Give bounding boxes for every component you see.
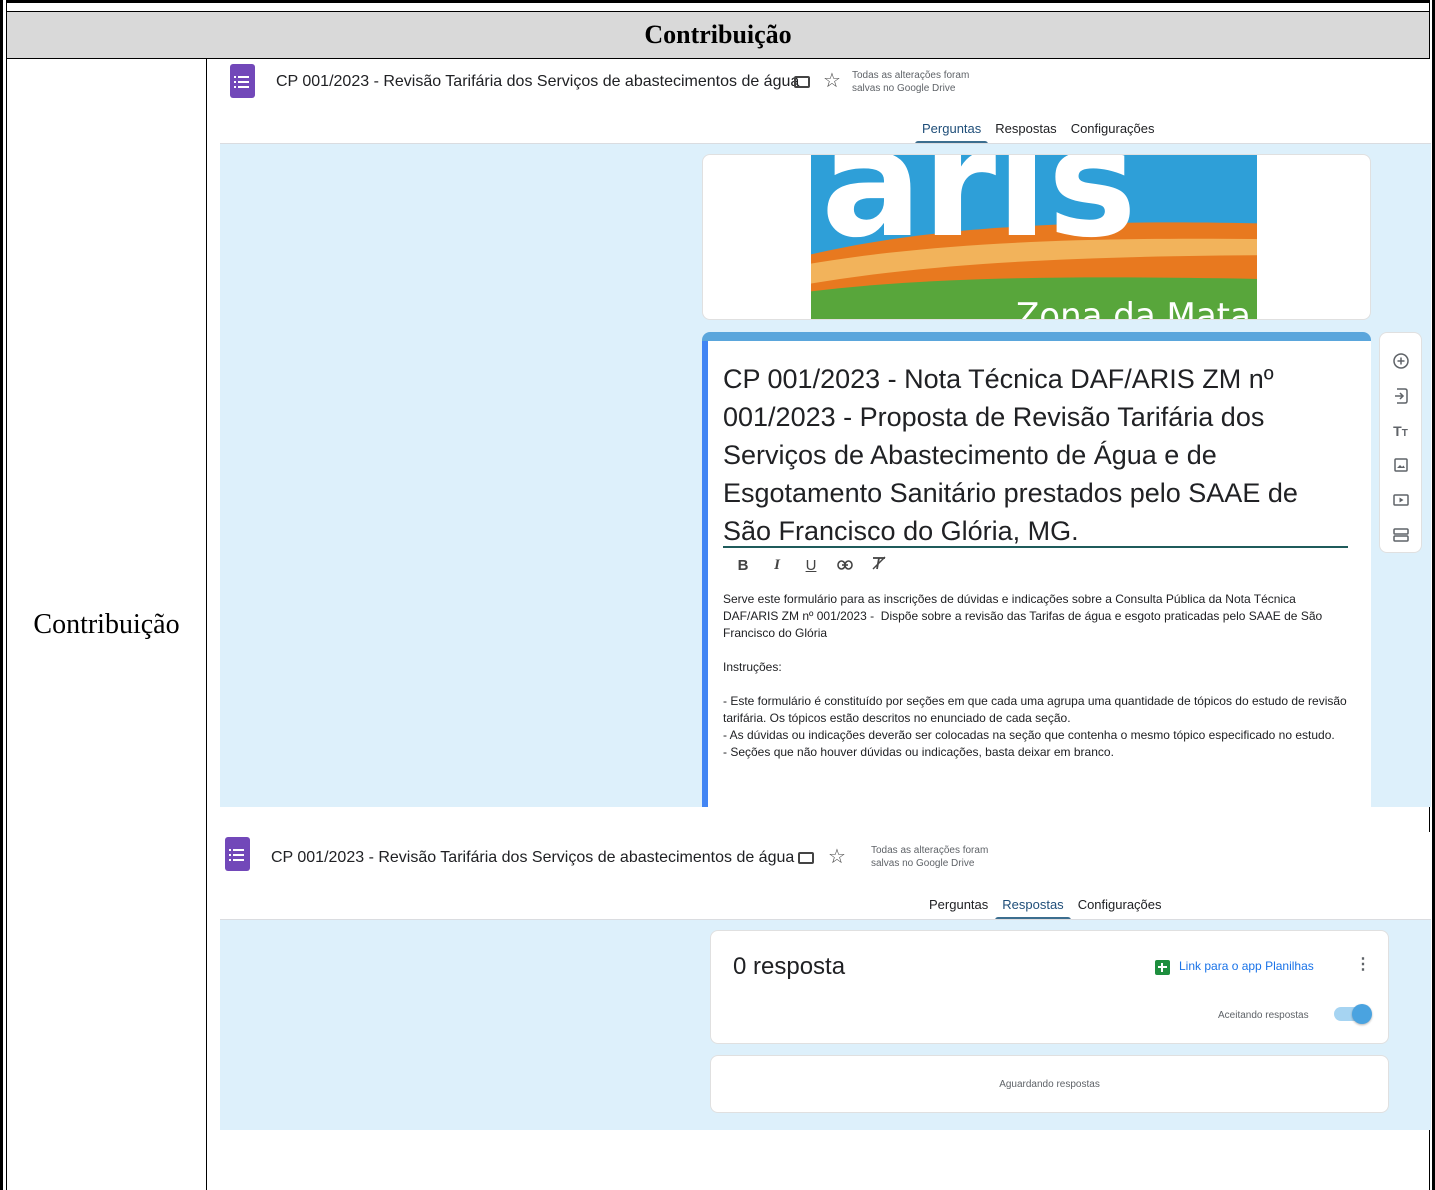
saved-status-line-1: Todas as alterações foram bbox=[871, 845, 989, 856]
format-toolbar: B I U bbox=[735, 556, 887, 574]
add-question-icon[interactable] bbox=[1389, 344, 1413, 379]
folder-icon[interactable] bbox=[798, 852, 814, 864]
tab-perguntas[interactable]: Perguntas bbox=[915, 120, 989, 144]
title-underline bbox=[723, 546, 1348, 548]
link-icon[interactable] bbox=[837, 557, 853, 574]
responses-summary-card: 0 resposta Link para o app Planilhas ⋮ A… bbox=[710, 930, 1389, 1044]
waiting-responses-card: Aguardando respostas bbox=[710, 1055, 1389, 1113]
table-header-cell: Contribuição bbox=[7, 12, 1429, 59]
toggle-knob bbox=[1352, 1004, 1372, 1024]
document-title[interactable]: CP 001/2023 - Revisão Tarifária dos Serv… bbox=[271, 849, 794, 867]
tab-configuracoes[interactable]: Configurações bbox=[1071, 896, 1169, 920]
add-image-icon[interactable] bbox=[1389, 448, 1413, 483]
saved-status: Todas as alterações foram salvas no Goog… bbox=[852, 69, 969, 95]
import-questions-icon[interactable] bbox=[1389, 379, 1413, 414]
sheets-icon[interactable] bbox=[1155, 960, 1170, 975]
accepting-responses-label: Aceitando respostas bbox=[1218, 1010, 1309, 1021]
table-header-text: Contribuição bbox=[644, 20, 792, 49]
table-left-border bbox=[0, 0, 7, 1190]
saved-status-line-2: salvas no Google Drive bbox=[852, 83, 956, 94]
bold-button[interactable]: B bbox=[735, 557, 751, 574]
saved-status: Todas as alterações foram salvas no Goog… bbox=[871, 844, 988, 870]
response-count: 0 resposta bbox=[733, 953, 846, 980]
forms-responses-screenshot: CP 001/2023 - Revisão Tarifária dos Serv… bbox=[220, 832, 1431, 1130]
row-label-cell: Contribuição bbox=[7, 59, 206, 1190]
row-label-text: Contribuição bbox=[33, 608, 180, 640]
saved-status-line-2: salvas no Google Drive bbox=[871, 858, 975, 869]
card-left-accent bbox=[702, 341, 708, 807]
saved-status-line-1: Todas as alterações foram bbox=[852, 70, 970, 81]
add-title-icon[interactable]: TT bbox=[1389, 413, 1413, 448]
tab-respostas[interactable]: Respostas bbox=[995, 896, 1072, 920]
tab-configuracoes[interactable]: Configurações bbox=[1064, 120, 1162, 144]
add-video-icon[interactable] bbox=[1389, 483, 1413, 518]
document-table: Contribuição Contribuição CP 001/2023 - … bbox=[0, 0, 1435, 1190]
forms-editor-screenshot: CP 001/2023 - Revisão Tarifária dos Serv… bbox=[220, 59, 1431, 807]
table-top-border bbox=[0, 0, 1435, 12]
add-section-icon[interactable] bbox=[1389, 517, 1413, 552]
underline-button[interactable]: U bbox=[803, 557, 819, 574]
card-top-accent bbox=[702, 332, 1371, 341]
header-image-card[interactable]: aris Zona da Mata bbox=[702, 154, 1371, 320]
aris-logo-text: aris bbox=[821, 154, 1137, 271]
folder-icon[interactable] bbox=[794, 76, 810, 88]
aris-logo-image: aris Zona da Mata bbox=[751, 154, 1317, 320]
tab-bar: Perguntas Respostas Configurações bbox=[922, 896, 1169, 920]
link-sheets-button[interactable]: Link para o app Planilhas bbox=[1179, 959, 1314, 973]
google-forms-icon[interactable] bbox=[225, 837, 250, 871]
banner-subtitle: Zona da Mata bbox=[1016, 296, 1251, 320]
form-title-field[interactable]: CP 001/2023 - Nota Técnica DAF/ARIS ZM n… bbox=[723, 360, 1353, 550]
tab-bar: Perguntas Respostas Configurações bbox=[915, 120, 1162, 144]
accepting-responses-toggle[interactable] bbox=[1334, 1004, 1372, 1024]
document-title[interactable]: CP 001/2023 - Revisão Tarifária dos Serv… bbox=[276, 73, 799, 91]
form-title-card[interactable]: CP 001/2023 - Nota Técnica DAF/ARIS ZM n… bbox=[702, 332, 1371, 807]
italic-button[interactable]: I bbox=[769, 557, 785, 574]
star-icon[interactable]: ☆ bbox=[823, 71, 841, 91]
form-description-field[interactable]: Serve este formulário para as inscrições… bbox=[723, 591, 1353, 761]
google-forms-icon[interactable] bbox=[230, 64, 255, 98]
waiting-responses-text: Aguardando respostas bbox=[999, 1078, 1100, 1090]
clear-format-icon[interactable] bbox=[871, 556, 887, 574]
column-divider bbox=[206, 59, 207, 1190]
more-options-icon[interactable]: ⋮ bbox=[1355, 957, 1371, 973]
editor-side-toolbar: TT bbox=[1379, 332, 1422, 553]
tab-respostas[interactable]: Respostas bbox=[988, 120, 1063, 144]
star-icon[interactable]: ☆ bbox=[828, 847, 846, 867]
tab-perguntas[interactable]: Perguntas bbox=[922, 896, 995, 920]
